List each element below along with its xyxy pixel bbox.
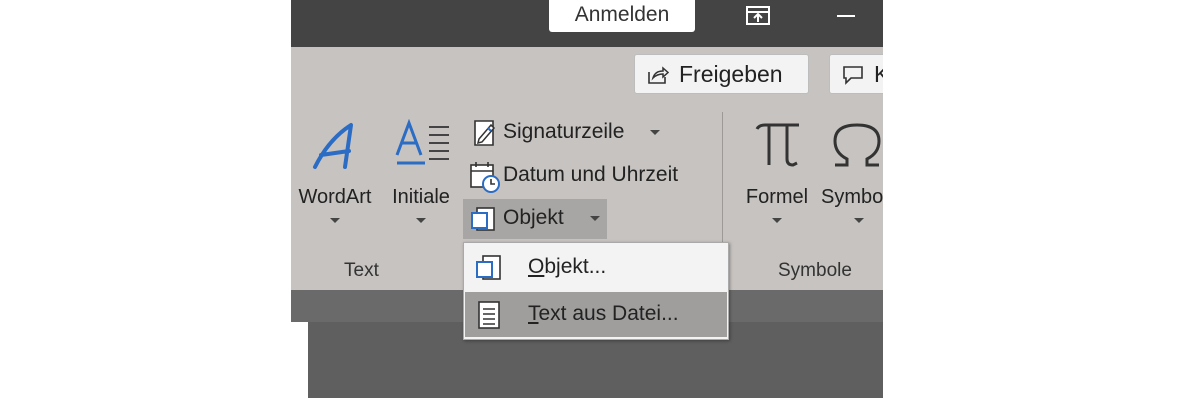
date-time-button[interactable]: Datum und Uhrzeit <box>465 156 705 196</box>
date-time-label: Datum und Uhrzeit <box>503 163 679 186</box>
text-group-label: Text <box>344 260 379 281</box>
dropcap-label: Initiale <box>392 186 450 208</box>
chevron-down-icon <box>650 130 660 135</box>
symbol-label: Symbo <box>821 186 883 208</box>
equation-label: Formel <box>745 186 809 208</box>
dropcap-icon <box>395 119 449 165</box>
title-bar: Anmelden <box>291 0 883 47</box>
omega-icon <box>833 123 881 167</box>
wordart-icon <box>313 123 353 169</box>
pi-icon <box>755 123 799 167</box>
object-icon <box>471 207 495 231</box>
chevron-down-icon <box>854 218 864 223</box>
object-icon <box>476 255 501 280</box>
dropcap-button[interactable]: Initiale <box>383 47 459 237</box>
object-label: Objekt <box>503 206 564 229</box>
wordart-label: WordArt <box>298 186 372 208</box>
menu-item-text-from-file-label: Text aus Datei... <box>528 302 679 325</box>
symbol-button[interactable]: Symbo <box>819 47 883 237</box>
text-file-icon <box>478 301 500 329</box>
symbols-group-label: Symbole <box>778 260 852 281</box>
sign-in-button[interactable]: Anmelden <box>549 0 695 32</box>
object-button[interactable]: Objekt <box>463 199 607 239</box>
signature-line-icon <box>474 120 496 146</box>
signature-line-label: Signaturzeile <box>503 120 625 143</box>
menu-item-object[interactable]: Objekt... <box>465 245 727 290</box>
minimize-button[interactable] <box>831 3 861 29</box>
equation-button[interactable]: Formel <box>737 47 817 237</box>
document-page-edge <box>291 322 308 398</box>
chevron-down-icon <box>330 218 340 223</box>
signature-line-button[interactable]: Signaturzeile <box>465 113 665 153</box>
chevron-down-icon <box>590 216 600 221</box>
ribbon-display-options-icon <box>746 6 770 25</box>
share-icon <box>648 66 669 84</box>
ribbon-display-options-button[interactable] <box>743 3 773 29</box>
minimize-icon <box>837 15 855 17</box>
menu-item-text-from-file[interactable]: Text aus Datei... <box>465 292 727 337</box>
object-dropdown-menu: Objekt... Text aus Datei... <box>463 242 729 340</box>
chevron-down-icon <box>416 218 426 223</box>
wordart-button[interactable]: WordArt <box>291 47 379 237</box>
chevron-down-icon <box>772 218 782 223</box>
menu-item-object-label: Objekt... <box>528 255 607 278</box>
calendar-clock-icon <box>470 162 500 193</box>
